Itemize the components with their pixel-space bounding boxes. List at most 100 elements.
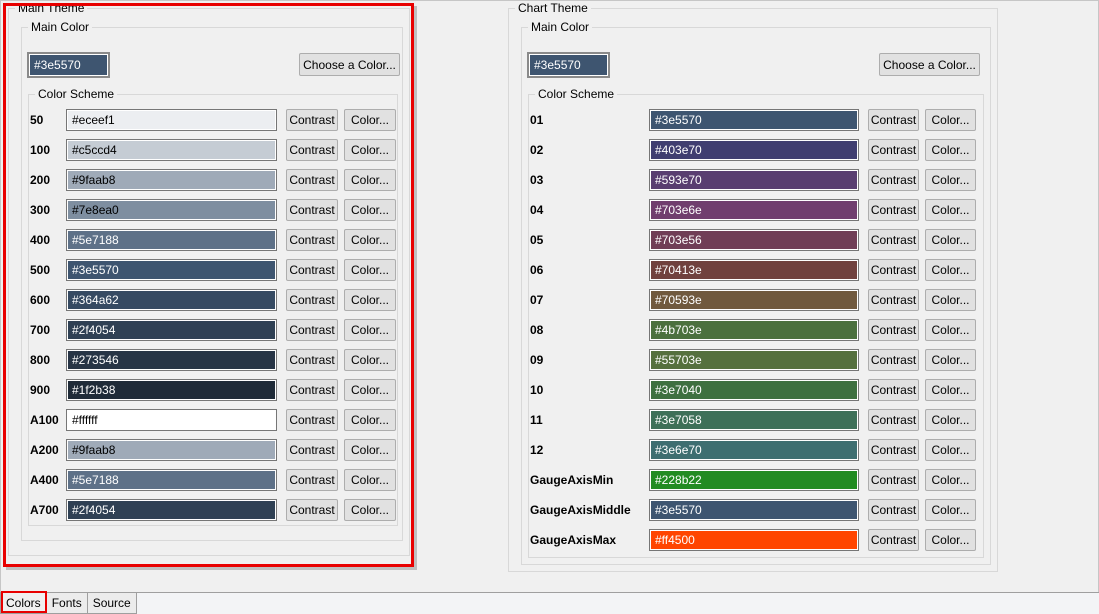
contrast-button[interactable]: Contrast <box>868 319 919 341</box>
contrast-button[interactable]: Contrast <box>868 529 919 551</box>
color-picker-button[interactable]: Color... <box>344 319 396 341</box>
color-value-field[interactable]: #eceef1 <box>66 109 277 131</box>
contrast-button[interactable]: Contrast <box>286 469 338 491</box>
color-value-field[interactable]: #703e56 <box>649 229 859 251</box>
color-value-field[interactable]: #5e7188 <box>66 469 277 491</box>
main-color-swatch[interactable]: #3e5570 <box>27 52 110 78</box>
color-value-field[interactable]: #703e6e <box>649 199 859 221</box>
color-value-field[interactable]: #228b22 <box>649 469 859 491</box>
choose-color-button[interactable]: Choose a Color... <box>879 53 980 76</box>
contrast-button[interactable]: Contrast <box>286 379 338 401</box>
choose-color-button[interactable]: Choose a Color... <box>299 53 400 76</box>
color-picker-button[interactable]: Color... <box>925 289 976 311</box>
color-picker-button[interactable]: Color... <box>344 139 396 161</box>
color-value-field[interactable]: #593e70 <box>649 169 859 191</box>
color-scheme-row: GaugeAxisMiddle#3e5570ContrastColor... <box>530 499 982 521</box>
color-value-field[interactable]: #70413e <box>649 259 859 281</box>
color-value-field[interactable]: #ff4500 <box>649 529 859 551</box>
color-picker-button[interactable]: Color... <box>925 229 976 251</box>
color-picker-button[interactable]: Color... <box>344 499 396 521</box>
contrast-button[interactable]: Contrast <box>286 109 338 131</box>
contrast-button[interactable]: Contrast <box>286 409 338 431</box>
color-value-field[interactable]: #2f4054 <box>66 499 277 521</box>
color-value-field[interactable]: #3e5570 <box>66 259 277 281</box>
contrast-button[interactable]: Contrast <box>868 499 919 521</box>
color-picker-button[interactable]: Color... <box>344 109 396 131</box>
color-value-field[interactable]: #1f2b38 <box>66 379 277 401</box>
tab-fonts[interactable]: Fonts <box>47 593 88 614</box>
contrast-button[interactable]: Contrast <box>868 109 919 131</box>
color-value-field[interactable]: #403e70 <box>649 139 859 161</box>
color-picker-button[interactable]: Color... <box>344 439 396 461</box>
contrast-button[interactable]: Contrast <box>286 319 338 341</box>
color-picker-button[interactable]: Color... <box>925 349 976 371</box>
color-picker-button[interactable]: Color... <box>344 229 396 251</box>
contrast-button[interactable]: Contrast <box>286 259 338 281</box>
color-value-field[interactable]: #55703e <box>649 349 859 371</box>
color-picker-button[interactable]: Color... <box>925 109 976 131</box>
color-value-field[interactable]: #3e7058 <box>649 409 859 431</box>
color-picker-button[interactable]: Color... <box>925 439 976 461</box>
color-scheme-group-title: Color Scheme <box>535 87 617 101</box>
tab-colors[interactable]: Colors <box>0 593 47 614</box>
color-value-field[interactable]: #2f4054 <box>66 319 277 341</box>
color-value-field[interactable]: #9faab8 <box>66 439 277 461</box>
contrast-button[interactable]: Contrast <box>868 469 919 491</box>
contrast-button[interactable]: Contrast <box>868 289 919 311</box>
color-picker-button[interactable]: Color... <box>925 319 976 341</box>
color-picker-button[interactable]: Color... <box>925 199 976 221</box>
color-value-field[interactable]: #5e7188 <box>66 229 277 251</box>
color-value-field[interactable]: #ffffff <box>66 409 277 431</box>
contrast-button[interactable]: Contrast <box>286 139 338 161</box>
contrast-button[interactable]: Contrast <box>286 199 338 221</box>
tab-source[interactable]: Source <box>88 593 137 614</box>
color-value-field[interactable]: #3e5570 <box>649 109 859 131</box>
contrast-button[interactable]: Contrast <box>868 199 919 221</box>
contrast-button[interactable]: Contrast <box>286 289 338 311</box>
main-color-swatch[interactable]: #3e5570 <box>527 52 610 78</box>
main-color-group-title: Main Color <box>28 20 92 34</box>
color-picker-button[interactable]: Color... <box>925 499 976 521</box>
color-picker-button[interactable]: Color... <box>344 469 396 491</box>
color-value-field[interactable]: #3e5570 <box>649 499 859 521</box>
main-color-value: #3e5570 <box>34 58 81 72</box>
contrast-button[interactable]: Contrast <box>868 409 919 431</box>
color-picker-button[interactable]: Color... <box>344 379 396 401</box>
color-scheme-rows: 01#3e5570ContrastColor...02#403e70Contra… <box>530 108 982 551</box>
contrast-button[interactable]: Contrast <box>868 439 919 461</box>
color-value-field[interactable]: #364a62 <box>66 289 277 311</box>
contrast-button[interactable]: Contrast <box>868 379 919 401</box>
contrast-button[interactable]: Contrast <box>868 259 919 281</box>
contrast-button[interactable]: Contrast <box>868 349 919 371</box>
color-picker-button[interactable]: Color... <box>925 169 976 191</box>
contrast-button[interactable]: Contrast <box>286 499 338 521</box>
contrast-button[interactable]: Contrast <box>868 139 919 161</box>
contrast-button[interactable]: Contrast <box>286 169 338 191</box>
contrast-button[interactable]: Contrast <box>868 169 919 191</box>
color-picker-button[interactable]: Color... <box>925 259 976 281</box>
color-picker-button[interactable]: Color... <box>344 169 396 191</box>
color-picker-button[interactable]: Color... <box>344 409 396 431</box>
color-picker-button[interactable]: Color... <box>344 259 396 281</box>
color-picker-button[interactable]: Color... <box>925 469 976 491</box>
color-value-field[interactable]: #9faab8 <box>66 169 277 191</box>
color-picker-button[interactable]: Color... <box>344 289 396 311</box>
color-picker-button[interactable]: Color... <box>925 139 976 161</box>
color-value-field[interactable]: #4b703e <box>649 319 859 341</box>
contrast-button[interactable]: Contrast <box>868 229 919 251</box>
color-picker-button[interactable]: Color... <box>925 379 976 401</box>
contrast-button[interactable]: Contrast <box>286 229 338 251</box>
color-value-field[interactable]: #3e7040 <box>649 379 859 401</box>
color-scheme-row-label: A700 <box>30 503 66 517</box>
color-value-field[interactable]: #273546 <box>66 349 277 371</box>
color-picker-button[interactable]: Color... <box>344 349 396 371</box>
color-picker-button[interactable]: Color... <box>344 199 396 221</box>
color-picker-button[interactable]: Color... <box>925 529 976 551</box>
contrast-button[interactable]: Contrast <box>286 439 338 461</box>
contrast-button[interactable]: Contrast <box>286 349 338 371</box>
color-picker-button[interactable]: Color... <box>925 409 976 431</box>
color-value-field[interactable]: #70593e <box>649 289 859 311</box>
color-value-field[interactable]: #7e8ea0 <box>66 199 277 221</box>
color-value-field[interactable]: #3e6e70 <box>649 439 859 461</box>
color-value-field[interactable]: #c5ccd4 <box>66 139 277 161</box>
